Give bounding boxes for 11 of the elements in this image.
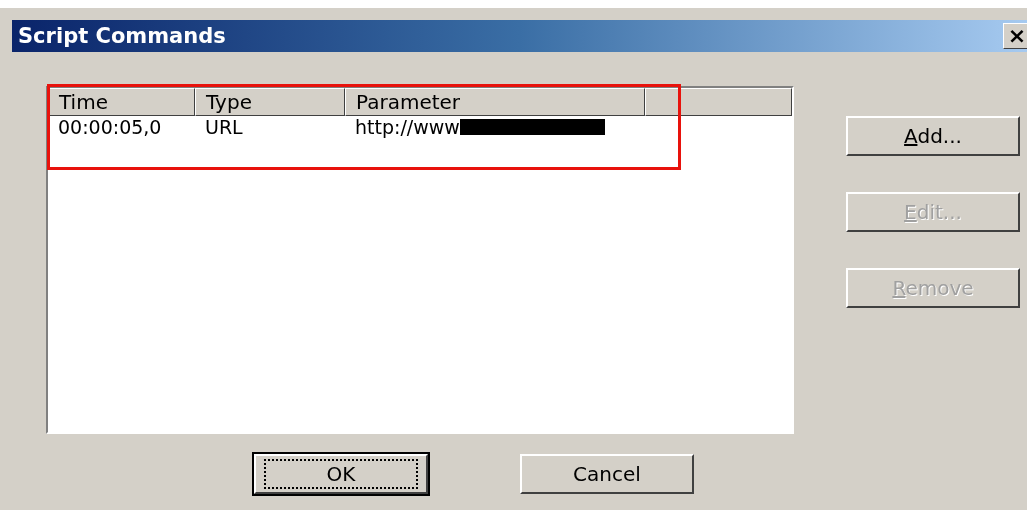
dialog-button[interactable]: Cancel — [520, 454, 694, 494]
close-button[interactable]: × — [1003, 23, 1027, 49]
column-header[interactable]: Parameter — [345, 88, 645, 116]
dialog-button[interactable]: OK — [254, 454, 428, 494]
column-header[interactable]: Type — [195, 88, 345, 116]
parameter-cell: http://www — [355, 116, 460, 138]
column-header[interactable]: Time — [48, 88, 195, 116]
type-cell-text: URL — [204, 116, 244, 138]
command-button[interactable]: Add... — [846, 116, 1020, 156]
time-cell-text: 00:00:05,0 — [57, 116, 163, 138]
window-title: Script Commands — [17, 24, 226, 48]
